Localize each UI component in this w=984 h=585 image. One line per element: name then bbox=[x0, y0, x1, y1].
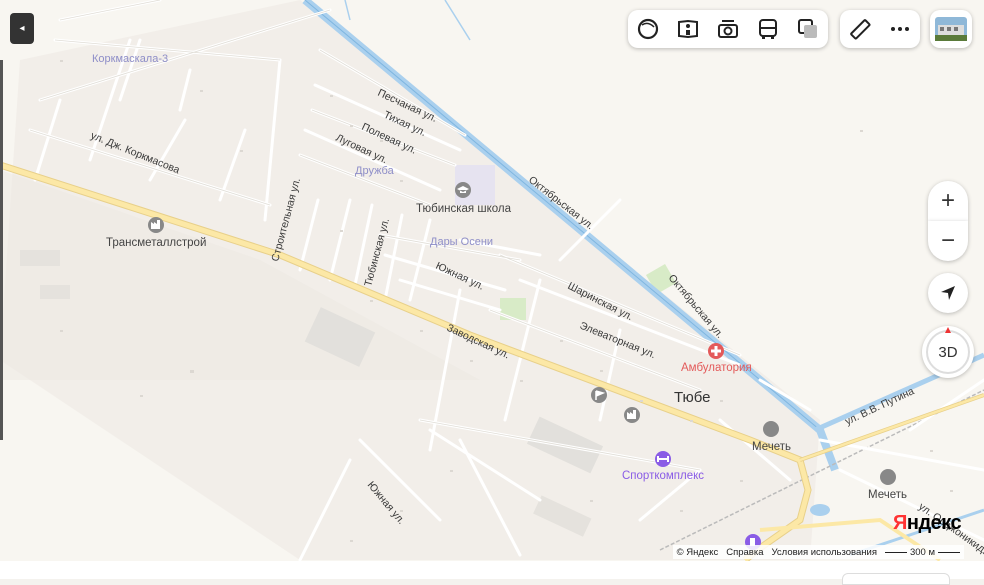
place-label-druzhba: Дружба bbox=[355, 165, 395, 177]
photo-button[interactable] bbox=[708, 10, 748, 48]
copyright-link[interactable]: © Яндекс bbox=[677, 547, 719, 558]
my-location-button[interactable] bbox=[928, 273, 968, 313]
zoom-out-button[interactable]: − bbox=[928, 221, 968, 261]
poi-label-sport: Спорткомплекс bbox=[622, 470, 704, 482]
minus-icon: − bbox=[940, 227, 955, 254]
map-footer: © Яндекс Справка Условия использования 3… bbox=[672, 545, 964, 559]
poi-label-school: Тюбинская школа bbox=[416, 203, 512, 215]
poi-label-mosque-1: Мечеть bbox=[752, 441, 791, 453]
yandex-logo[interactable]: Яндекс bbox=[893, 512, 962, 535]
poi-label-transmetallstroy: Трансметаллстрой bbox=[106, 237, 206, 249]
transport-button[interactable] bbox=[748, 10, 788, 48]
place-label-dary-oseni: Дары Осени bbox=[430, 236, 493, 248]
mosque-icon bbox=[763, 421, 779, 437]
compass-3d-button[interactable]: 3D bbox=[922, 326, 974, 378]
ruler-button[interactable] bbox=[840, 10, 880, 48]
left-panel-edge bbox=[0, 60, 3, 440]
map-type-icon bbox=[798, 19, 817, 38]
panorama-icon bbox=[678, 19, 698, 39]
panorama-thumbnail bbox=[935, 17, 967, 41]
location-arrow-icon bbox=[941, 286, 955, 300]
help-link[interactable]: Справка bbox=[726, 547, 763, 558]
layers-icon bbox=[637, 18, 659, 40]
sidebar-toggle-button[interactable]: ◂ bbox=[10, 13, 34, 44]
town-label-tyube: Тюбе bbox=[674, 389, 711, 406]
camera-icon bbox=[718, 20, 738, 38]
flag-marker[interactable] bbox=[591, 387, 607, 403]
mosque-icon bbox=[880, 469, 896, 485]
mode-3d-label: 3D bbox=[938, 343, 958, 361]
bus-icon bbox=[759, 19, 777, 39]
poi-label-mosque-2: Мечеть bbox=[868, 489, 907, 501]
zoom-in-button[interactable]: + bbox=[928, 181, 968, 221]
layers-button[interactable] bbox=[628, 10, 668, 48]
more-button[interactable] bbox=[880, 10, 920, 48]
chevron-left-icon: ◂ bbox=[19, 23, 25, 34]
ruler-icon bbox=[850, 19, 871, 40]
measure-tools-panel bbox=[840, 10, 920, 48]
terms-link[interactable]: Условия использования bbox=[772, 547, 877, 558]
bottom-panel bbox=[0, 561, 984, 579]
panorama-thumbnail-button[interactable] bbox=[930, 10, 972, 48]
plus-icon: + bbox=[940, 187, 955, 214]
panorama-button[interactable] bbox=[668, 10, 708, 48]
map-canvas[interactable]: Коркмаскала-3 Дружба Дары Осени Тюбе Пес… bbox=[0, 0, 984, 579]
bottom-panel-handle[interactable] bbox=[842, 573, 950, 585]
map-tools-panel bbox=[628, 10, 828, 48]
map-type-button[interactable] bbox=[788, 10, 828, 48]
factory-marker-2[interactable] bbox=[624, 407, 640, 423]
place-label-korkmaskala: Коркмаскала-3 bbox=[92, 53, 168, 65]
poi-label-ambulatoria: Амбулатория bbox=[681, 362, 752, 374]
scale-bar: 300 м bbox=[884, 547, 960, 558]
more-icon bbox=[891, 27, 909, 31]
